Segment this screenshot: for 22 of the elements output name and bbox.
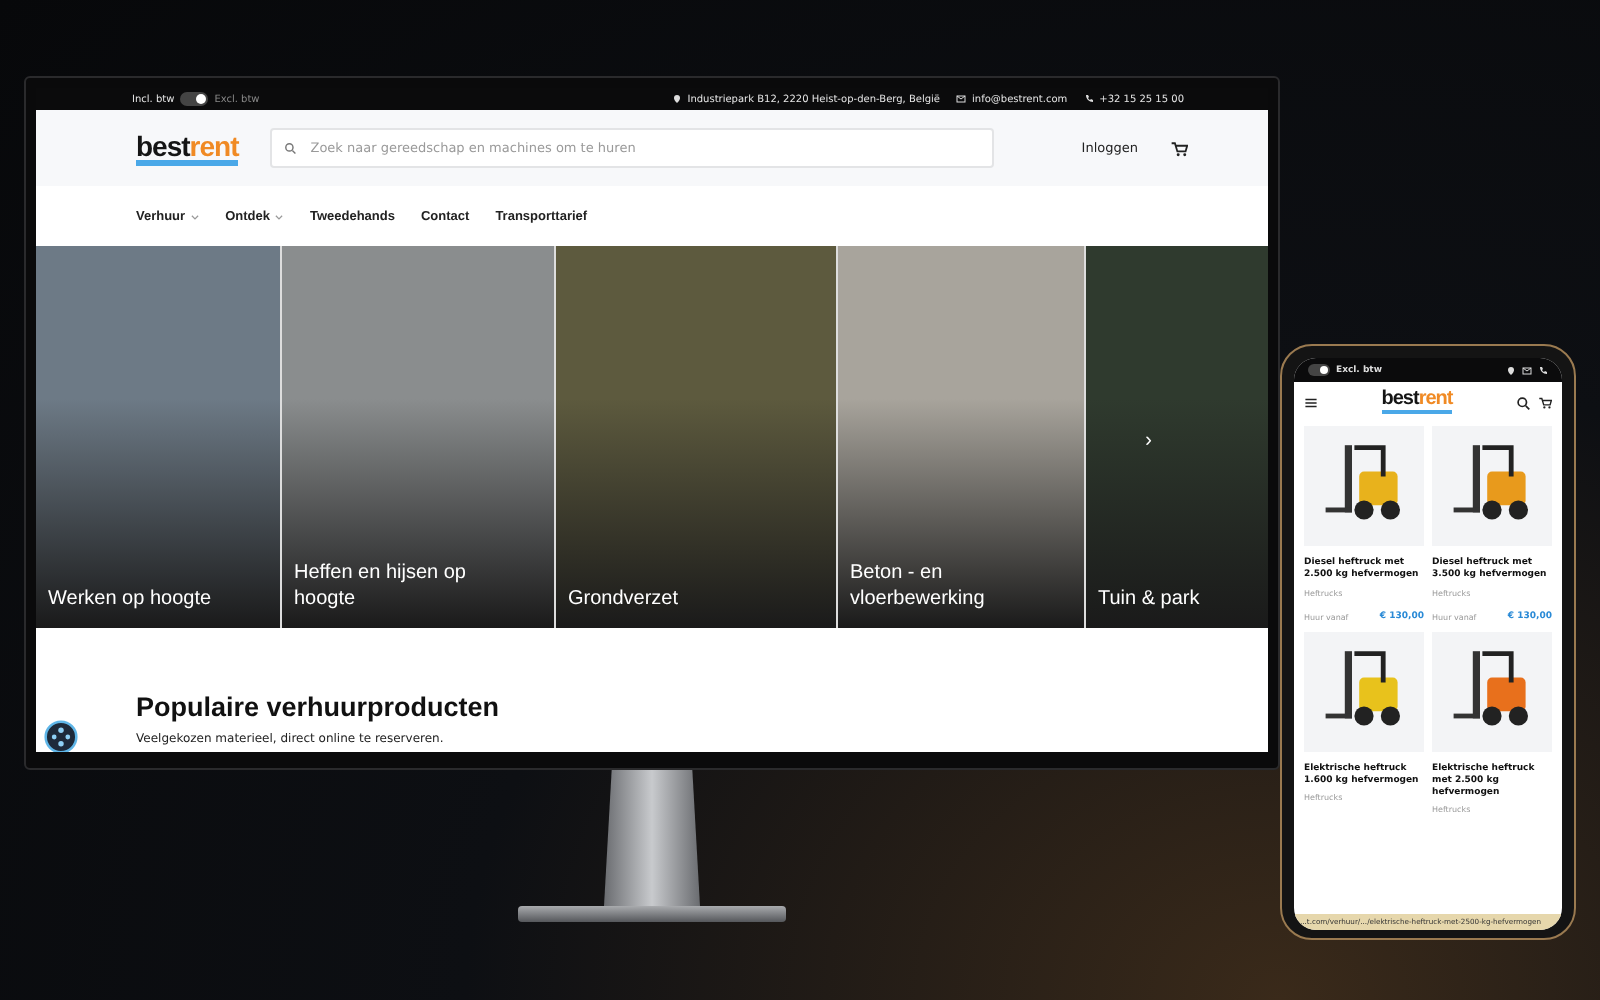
menu-icon [1304, 395, 1318, 409]
bestrent-logo[interactable]: bestrent [1381, 390, 1453, 414]
mail-icon [956, 94, 967, 104]
bestrent-logo[interactable]: bestrent [136, 131, 239, 165]
accessibility-icon [44, 720, 78, 752]
category-tile[interactable]: Beton - en vloerbewerking [838, 246, 1084, 628]
location-pin-icon [1506, 365, 1516, 375]
vat-toggle[interactable] [1308, 364, 1330, 376]
phone-icon [1538, 365, 1548, 375]
cart-icon [1170, 139, 1188, 157]
search-icon [1516, 395, 1530, 409]
location-pin-icon [671, 94, 682, 104]
section-title: Populaire verhuurproducten [136, 692, 502, 722]
category-tile[interactable]: Heffen en hijsen op hoogte [282, 246, 554, 628]
search-icon [284, 142, 297, 154]
vat-toggle[interactable] [180, 92, 209, 106]
category-tile[interactable]: Grondverzet [556, 246, 836, 628]
phone-icon [1083, 94, 1094, 104]
cart-icon [1538, 395, 1552, 409]
monitor-stand-drawing [604, 770, 700, 906]
mail-icon [1522, 365, 1532, 375]
category-tile[interactable]: Werken op hoogte [36, 246, 280, 628]
